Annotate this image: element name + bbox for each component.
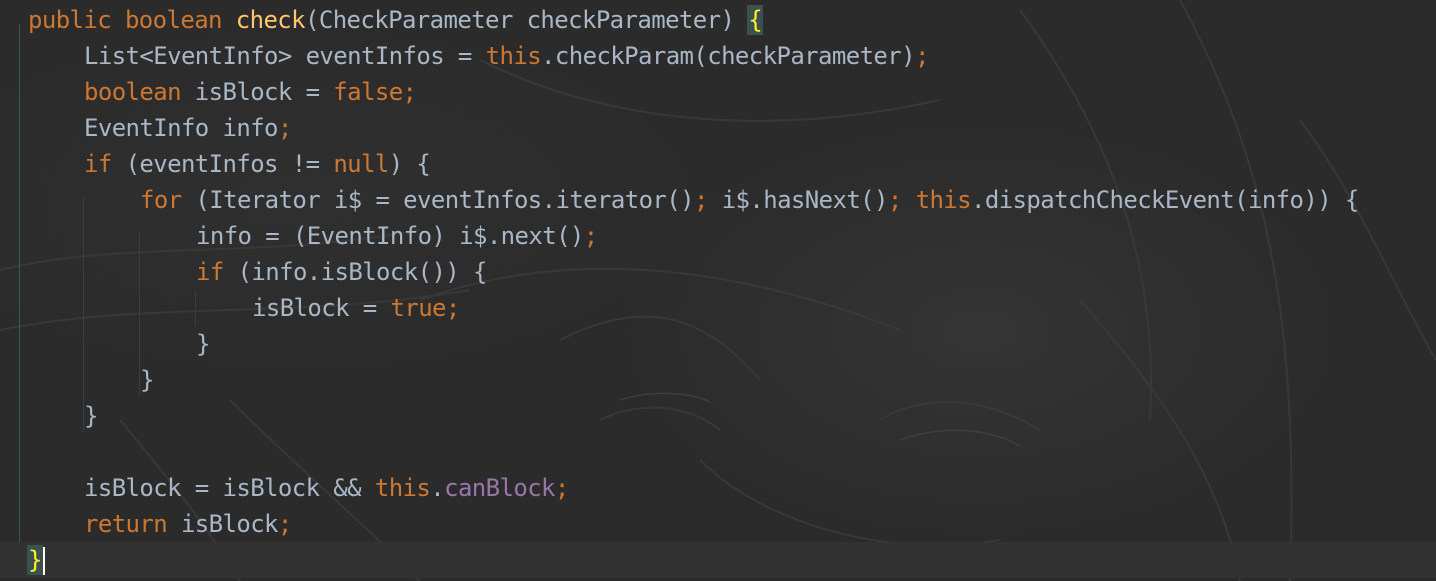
code-line[interactable]: return isBlock; (84, 506, 292, 542)
code-token: isBlock = (252, 294, 391, 322)
code-token: canBlock (444, 474, 555, 502)
code-token: ) { (388, 150, 431, 178)
code-token: isBlock (180, 510, 279, 538)
code-token: ; (402, 78, 417, 106)
code-token: for (140, 186, 196, 214)
indent-guide (83, 196, 84, 432)
code-token: ; (554, 474, 569, 502)
indent-guide (195, 290, 196, 326)
code-token: false (333, 78, 403, 106)
code-token: true (390, 294, 447, 322)
code-line[interactable]: isBlock = true; (252, 290, 460, 326)
text-caret (42, 547, 45, 575)
code-token: i$.hasNext() (721, 186, 889, 214)
code-token: EventInfo info (84, 114, 278, 142)
code-token: ; (914, 42, 929, 70)
code-token: isBlock = isBlock && (84, 474, 375, 502)
code-line[interactable]: } (84, 398, 98, 434)
code-line[interactable]: if (info.isBlock()) { (196, 254, 487, 290)
code-token: this (915, 186, 972, 214)
code-token: isBlock = (194, 78, 334, 106)
code-token: { (747, 5, 764, 35)
code-token: . (430, 474, 445, 502)
code-line[interactable]: public boolean check(CheckParameter chec… (28, 2, 764, 38)
code-token: info = (EventInfo) i$.next() (196, 222, 584, 250)
code-token: (CheckParameter checkParameter) (305, 6, 749, 34)
code-line[interactable]: for (Iterator i$ = eventInfos.iterator()… (140, 182, 1359, 218)
code-token: ; (277, 114, 292, 142)
code-token: this (374, 474, 431, 502)
code-line[interactable]: if (eventInfos != null) { (84, 146, 431, 182)
code-token: ; (445, 294, 460, 322)
code-token: } (196, 330, 210, 358)
code-token: } (27, 545, 43, 575)
code-token: check (235, 6, 306, 34)
code-line[interactable]: List<EventInfo> eventInfos = this.checkP… (84, 38, 929, 74)
code-token: ; (583, 222, 598, 250)
code-token: ; (277, 510, 292, 538)
code-token: } (140, 366, 154, 394)
code-token: if (84, 150, 126, 178)
current-line-highlight (0, 542, 1436, 578)
code-token: .dispatchCheckEvent(info)) { (971, 186, 1359, 214)
code-line[interactable]: EventInfo info; (84, 110, 292, 146)
code-token: boolean (124, 6, 236, 34)
code-editor[interactable]: public boolean check(CheckParameter chec… (0, 0, 1436, 581)
code-token: if (196, 258, 238, 286)
code-line[interactable]: } (140, 362, 154, 398)
code-line[interactable]: } (27, 542, 45, 578)
code-token: (info.isBlock()) { (237, 258, 488, 286)
code-token: null (333, 150, 389, 178)
code-line[interactable]: boolean isBlock = false; (84, 74, 417, 110)
code-token: (Iterator i$ = eventInfos.iterator() (195, 186, 694, 214)
code-line[interactable]: isBlock = isBlock && this.canBlock; (84, 470, 569, 506)
code-token: (eventInfos != (125, 150, 334, 178)
code-line[interactable]: } (196, 326, 210, 362)
code-token: ; (693, 186, 722, 214)
code-token: this (485, 42, 542, 70)
code-token: ; (887, 186, 916, 214)
code-line[interactable]: info = (EventInfo) i$.next(); (196, 218, 598, 254)
code-token: List<EventInfo> eventInfos = (84, 42, 486, 70)
gutter-indicator (19, 24, 20, 546)
code-token: } (84, 402, 98, 430)
code-token: boolean (84, 78, 195, 106)
code-token: return (84, 510, 181, 538)
code-token: public (28, 6, 125, 34)
code-token: .checkParam(checkParameter) (541, 42, 916, 70)
